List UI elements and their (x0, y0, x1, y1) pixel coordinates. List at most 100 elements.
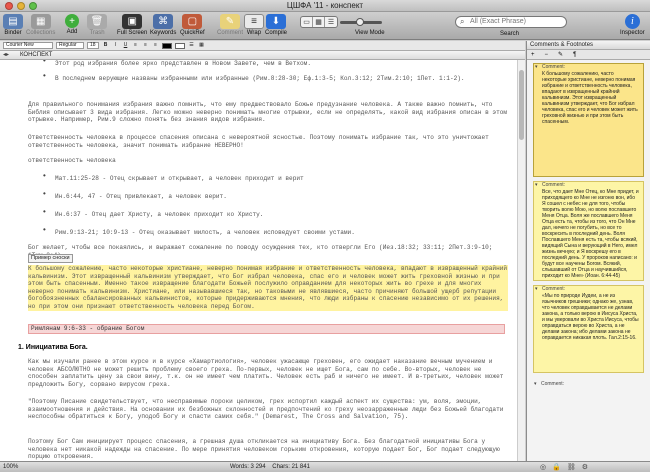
zoom-window-button[interactable] (29, 1, 37, 10)
comment-button[interactable]: ✎ Comment (217, 14, 243, 36)
comment-icon: ✎ (220, 14, 240, 29)
settings-icon[interactable]: ⚙ (582, 463, 588, 472)
paragraph: Поэтому Бог Сам инициирует процесс спасе… (28, 438, 500, 461)
toolbar: ▤ Binder ▦ Collections + Add 🗑 Trash ▣ F… (0, 12, 650, 40)
nav-arrows-icon[interactable]: ◂▸ (3, 51, 9, 60)
italic-button[interactable]: I (112, 42, 119, 49)
list-button[interactable]: ☰ (188, 42, 195, 49)
footnote-tab-icon[interactable]: ¶ (573, 52, 576, 58)
compile-icon: ⬇ (266, 14, 286, 29)
comments-panel-header: Comments & Footnotes (527, 41, 650, 50)
search-placeholder: All (Exact Phrase) (470, 18, 527, 25)
slider-knob[interactable] (356, 18, 364, 26)
comment-card[interactable]: Comment: (533, 381, 644, 391)
outline-view-icon[interactable]: ☰ (325, 17, 337, 27)
highlighted-heading: Римлянам 9:6-33 - обрание Богом (28, 324, 505, 334)
font-family-select[interactable]: Courier New (3, 42, 53, 49)
add-comment-icon[interactable]: + (531, 52, 535, 58)
comment-card[interactable]: Comment: «Мы по природе Иудеи, а не из я… (533, 285, 644, 373)
bullet-icon: • (42, 72, 47, 81)
bold-button[interactable]: B (102, 42, 109, 49)
search-icon: ⌕ (460, 17, 465, 26)
underline-button[interactable]: U (122, 42, 129, 49)
bullet-icon: • (42, 226, 47, 235)
minimize-window-button[interactable] (17, 1, 25, 10)
paragraph: Как мы изучали ранее в этом курсе и в ку… (28, 358, 504, 388)
collections-button[interactable]: ▦ Collections (26, 14, 55, 36)
title-bar: ЦШФА '11 - конспект (0, 0, 650, 12)
close-window-button[interactable] (5, 1, 13, 10)
trash-button[interactable]: 🗑 Trash (87, 14, 107, 36)
status-bar: 100% Words: 3 294 Chars: 21 841 ◎ 🔒 ⛓ ⚙ (0, 461, 650, 472)
align-center-button[interactable]: ≡ (142, 42, 149, 49)
quickref-button[interactable]: ▢ QuickRef (180, 14, 205, 36)
document-view-icon[interactable]: ▭ (301, 17, 313, 27)
paragraph: Ответственность человека в процессе спас… (28, 134, 489, 149)
paragraph: Для правильного понимания избрания важно… (28, 101, 508, 124)
comments-panel: Comments & Footnotes + − ✎ ¶ Comment: К … (526, 41, 650, 461)
comment-tab-icon[interactable]: ✎ (558, 51, 563, 58)
full-screen-button[interactable]: ▣ Full Screen (117, 14, 147, 36)
list-item: Рим.9:13-21; 10:9-13 - Отец оказывает ми… (55, 229, 355, 236)
window-controls (5, 1, 37, 10)
list-item: Ин.6:37 - Отец дает Христу, а человек пр… (55, 211, 264, 218)
plus-icon: + (65, 14, 79, 28)
binder-icon: ▤ (3, 14, 23, 29)
add-button[interactable]: + Add (65, 14, 79, 35)
scrollbar-thumb[interactable] (519, 70, 524, 140)
document-title: КОНСПЕКТ (20, 52, 53, 58)
editor-header: ◂▸ КОНСПЕКТ (0, 51, 525, 60)
footer-icons: ◎ 🔒 ⛓ ⚙ (540, 463, 588, 472)
link-icon[interactable]: ⛓ (567, 463, 576, 472)
wrap-icon: ≡ (244, 14, 264, 29)
highlight-color-swatch[interactable] (175, 42, 185, 49)
comment-card[interactable]: Comment: К большому сожалению, часто нек… (533, 63, 644, 177)
view-mode-segment[interactable]: ▭ ▦ ☰ (300, 16, 338, 28)
zoom-select[interactable]: 100% (3, 462, 18, 472)
paragraph: Бог желает, чтобы все покаялись, и выраж… (28, 244, 493, 259)
keywords-icon: ⌘ (153, 14, 174, 29)
inspector-button[interactable]: i Inspector (620, 14, 645, 36)
lock-icon[interactable]: 🔒 (552, 463, 561, 472)
editor-scrollbar[interactable] (517, 60, 525, 461)
window-title: ЦШФА '11 - конспект (286, 1, 364, 10)
info-icon: i (624, 14, 640, 29)
remove-comment-icon[interactable]: − (545, 52, 549, 58)
bullet-icon: • (42, 60, 47, 66)
font-weight-select[interactable]: Regular (56, 42, 84, 49)
view-mode-slider[interactable] (340, 18, 382, 26)
quote-paragraph: "Поэтому Писание свидетельствует, что не… (28, 398, 504, 421)
keywords-button[interactable]: ⌘ Keywords (150, 14, 176, 36)
view-mode-label-wrap: View Mode (355, 30, 385, 36)
editor-text-area[interactable]: • Этот род избрания более ярко представл… (0, 60, 517, 461)
comment-card[interactable]: Comment: Все, что дает Мне Отец, ко Мне … (533, 181, 644, 281)
binder-button[interactable]: ▤ Binder (3, 14, 23, 36)
corkboard-view-icon[interactable]: ▦ (313, 17, 325, 27)
paragraph: ответственность человека (28, 157, 116, 164)
collections-icon: ▦ (30, 14, 51, 29)
align-right-button[interactable]: ≡ (152, 42, 159, 49)
quickref-icon: ▢ (182, 14, 203, 29)
format-bar: Courier New Regular 18 B I U ≡ ≡ ≡ ☰ ▦ (0, 41, 525, 51)
footnote-tooltip: Пример сноски (28, 254, 73, 263)
target-icon[interactable]: ◎ (540, 463, 546, 472)
bullet-icon: • (42, 208, 47, 217)
text-color-swatch[interactable] (162, 42, 172, 49)
bullet-icon: • (42, 190, 47, 199)
word-count: Words: 3 294 Chars: 21 841 (230, 464, 310, 470)
wrap-button[interactable]: ≡ Wrap (244, 14, 264, 36)
annotated-paragraph: К большому сожалению, часто некоторые хр… (28, 265, 508, 311)
full-screen-icon: ▣ (122, 14, 143, 29)
trash-icon: 🗑 (87, 14, 107, 29)
search-field[interactable]: ⌕ All (Exact Phrase) (455, 16, 567, 28)
bullet-icon: • (42, 172, 47, 181)
list-item: Мат.11:25-28 - Отец скрывает и открывает… (55, 175, 304, 182)
font-size-select[interactable]: 18 (87, 42, 99, 49)
align-left-button[interactable]: ≡ (132, 42, 139, 49)
list-item: Ин.6:44, 47 - Отец привлекает, а человек… (55, 193, 227, 200)
table-button[interactable]: ▦ (198, 42, 205, 49)
panel-tabs: + − ✎ ¶ (527, 50, 650, 60)
paragraph: В последнем верующие названы избранными … (55, 75, 465, 82)
compile-button[interactable]: ⬇ Compile (265, 14, 287, 36)
search-label: Search (500, 31, 520, 37)
